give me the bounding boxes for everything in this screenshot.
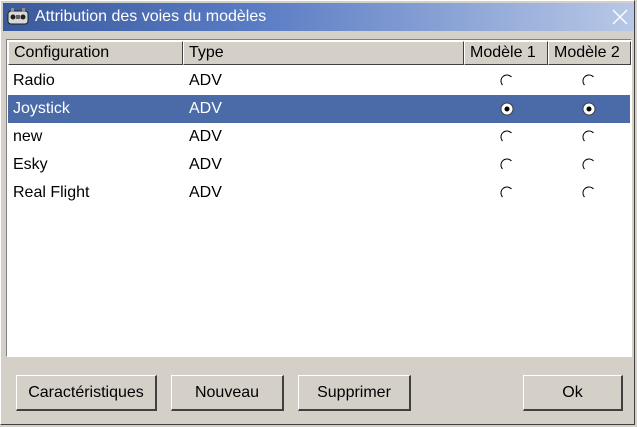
- cell-type: ADV: [189, 100, 222, 117]
- table-row[interactable]: Real Flight ADV: [8, 179, 630, 207]
- modele-2-radio[interactable]: [581, 185, 597, 201]
- new-button[interactable]: Nouveau: [171, 375, 284, 411]
- radio-unchecked-icon: [582, 186, 594, 198]
- radio-unchecked-icon: [500, 130, 512, 142]
- modele-2-radio[interactable]: [581, 129, 597, 145]
- radio-unchecked-icon: [500, 74, 512, 86]
- title-bar[interactable]: Attribution des voies du modèles: [3, 3, 634, 31]
- close-x-icon[interactable]: [610, 7, 630, 27]
- cell-type: ADV: [189, 72, 222, 89]
- modele-2-radio[interactable]: [581, 157, 597, 173]
- radio-checked-icon: [500, 102, 514, 116]
- radio-unchecked-icon: [500, 158, 512, 170]
- cell-configuration: new: [13, 128, 43, 145]
- modele-1-radio[interactable]: [499, 157, 515, 173]
- cell-configuration: Real Flight: [13, 184, 90, 201]
- modele-1-radio[interactable]: [499, 185, 515, 201]
- table-row[interactable]: Esky ADV: [8, 151, 630, 179]
- cell-type: ADV: [189, 184, 222, 201]
- ok-button[interactable]: Ok: [523, 375, 623, 411]
- list-header: Configuration Type Modèle 1 Modèle 2: [8, 41, 631, 65]
- modele-1-radio[interactable]: [499, 73, 515, 89]
- cell-configuration: Radio: [13, 72, 55, 89]
- cell-type: ADV: [189, 156, 222, 173]
- window-title: Attribution des voies du modèles: [35, 8, 267, 25]
- delete-button[interactable]: Supprimer: [298, 375, 411, 411]
- cell-type: ADV: [189, 128, 222, 145]
- cell-configuration: Esky: [13, 156, 48, 173]
- radio-unchecked-icon: [500, 186, 512, 198]
- radio-checked-icon: [582, 102, 596, 116]
- radio-unchecked-icon: [582, 74, 594, 86]
- radio-unchecked-icon: [582, 158, 594, 170]
- table-row[interactable]: new ADV: [8, 123, 630, 151]
- table-row[interactable]: Joystick ADV: [8, 95, 630, 123]
- modele-1-radio[interactable]: [499, 129, 515, 145]
- joystick-app-icon: [7, 7, 29, 27]
- characteristics-button[interactable]: Caractéristiques: [16, 375, 157, 411]
- modele-2-radio[interactable]: [581, 101, 597, 117]
- configuration-list[interactable]: Configuration Type Modèle 1 Modèle 2 Rad…: [6, 39, 632, 357]
- column-header-modele-2[interactable]: Modèle 2: [548, 41, 631, 65]
- column-header-modele-1[interactable]: Modèle 1: [464, 41, 548, 65]
- modele-2-radio[interactable]: [581, 73, 597, 89]
- cell-configuration: Joystick: [13, 100, 70, 117]
- dialog-window: Attribution des voies du modèles Configu…: [0, 0, 635, 425]
- column-header-configuration[interactable]: Configuration: [8, 41, 183, 65]
- column-header-type[interactable]: Type: [183, 41, 464, 65]
- table-row[interactable]: Radio ADV: [8, 67, 630, 95]
- modele-1-radio[interactable]: [499, 101, 515, 117]
- radio-unchecked-icon: [582, 130, 594, 142]
